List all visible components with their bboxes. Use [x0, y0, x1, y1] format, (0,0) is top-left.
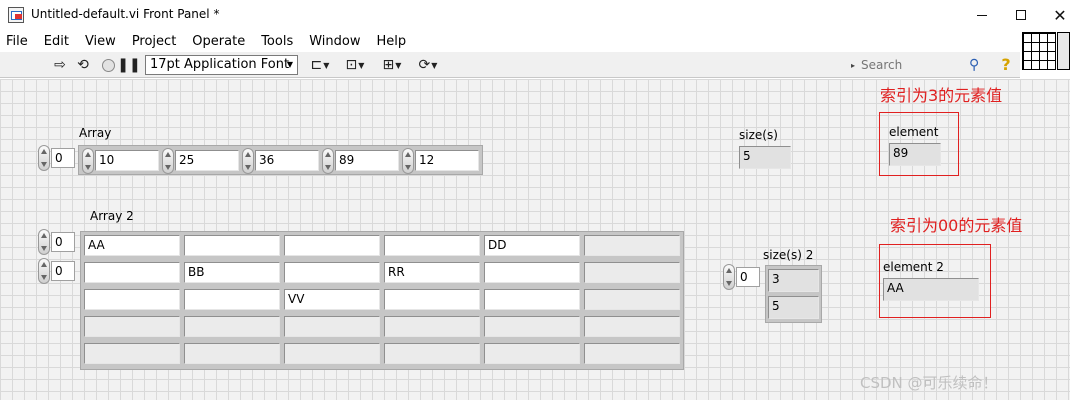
run-continuously-icon[interactable]: ⟲	[74, 55, 92, 75]
pause-icon[interactable]: ❚❚	[117, 55, 140, 75]
connector-pane[interactable]	[1022, 32, 1056, 70]
annotation-index-00: 索引为00的元素值	[890, 216, 1023, 235]
context-help-icon[interactable]: ?	[998, 55, 1014, 75]
array2-row-index-input[interactable]: 0	[51, 232, 75, 252]
size-indicator: 5	[739, 146, 791, 169]
array2-cell[interactable]: BB	[184, 262, 280, 283]
abort-execution-icon[interactable]	[99, 55, 117, 75]
array2-cell-empty[interactable]	[84, 343, 180, 364]
size2-indicator: 3	[768, 269, 819, 292]
array2-cell[interactable]	[284, 235, 380, 256]
font-select[interactable]: 17pt Application Font ▼	[145, 55, 298, 75]
size2-indicator: 5	[768, 296, 819, 319]
reorder-icon[interactable]: ⟳ ▼	[414, 55, 442, 75]
vi-icon[interactable]	[1057, 32, 1070, 70]
toolbar: ⇨ ⟲ ❚❚ 17pt Application Font ▼ ⊏ ▼ ⊡ ▼ ⊞ ▼ …	[0, 52, 1020, 78]
array2-col-index-input[interactable]: 0	[51, 261, 75, 281]
align-objects-icon[interactable]: ⊏ ▼	[306, 55, 334, 75]
run-arrow-icon[interactable]: ⇨	[51, 55, 69, 75]
window-title: Untitled-default.vi Front Panel *	[31, 7, 220, 21]
array2-cell[interactable]	[84, 289, 180, 310]
annotation-index-3: 索引为3的元素值	[880, 86, 1003, 105]
maximize-icon	[1016, 10, 1026, 20]
array2-cell-empty[interactable]	[584, 316, 680, 337]
array2-cell[interactable]: AA	[84, 235, 180, 256]
size-label: size(s)	[739, 128, 778, 142]
array-element[interactable]: 89	[335, 150, 399, 171]
array2-cell[interactable]	[484, 289, 580, 310]
size2-index-spinner[interactable]	[723, 264, 735, 290]
array-element-spinner[interactable]	[322, 148, 334, 174]
array-index-input[interactable]: 0	[51, 148, 75, 168]
minimize-icon	[977, 14, 987, 16]
search-input[interactable]	[861, 56, 969, 74]
maximize-button[interactable]	[1001, 3, 1041, 27]
array-element-spinner[interactable]	[242, 148, 254, 174]
array-index-spinner[interactable]	[38, 145, 50, 171]
menu-edit[interactable]: Edit	[44, 34, 69, 49]
array2-cell-empty[interactable]	[284, 316, 380, 337]
menu-bar: File Edit View Project Operate Tools Win…	[0, 30, 1020, 52]
menu-operate[interactable]: Operate	[192, 34, 245, 49]
array2-cell-empty[interactable]	[484, 316, 580, 337]
menu-window[interactable]: Window	[309, 34, 360, 49]
array2-cell[interactable]	[184, 289, 280, 310]
array2-cell-empty[interactable]	[284, 343, 380, 364]
array2-cell-empty[interactable]	[584, 289, 680, 310]
element-label: element	[889, 125, 939, 139]
array2-cell[interactable]	[184, 235, 280, 256]
menu-project[interactable]: Project	[132, 34, 176, 49]
search-expand-icon[interactable]: ▸	[851, 61, 861, 70]
element2-indicator: AA	[883, 278, 979, 301]
array2-cell[interactable]	[284, 262, 380, 283]
array2-label: Array 2	[90, 209, 134, 223]
distribute-objects-icon[interactable]: ⊡ ▼	[341, 55, 369, 75]
array2-row-index-spinner[interactable]	[38, 229, 50, 255]
array-element-spinner[interactable]	[82, 148, 94, 174]
size2-index-input[interactable]: 0	[736, 267, 760, 287]
font-select-value: 17pt Application Font	[150, 57, 290, 72]
watermark: CSDN @可乐续命！	[860, 374, 998, 392]
array-element[interactable]: 12	[415, 150, 479, 171]
array2-cell[interactable]: VV	[284, 289, 380, 310]
element-indicator: 89	[889, 143, 941, 166]
element2-label: element 2	[883, 260, 944, 274]
array-element-spinner[interactable]	[402, 148, 414, 174]
array-element[interactable]: 36	[255, 150, 319, 171]
chevron-down-icon: ▼	[286, 60, 293, 69]
array2-col-index-spinner[interactable]	[38, 258, 50, 284]
array-label: Array	[79, 126, 112, 140]
array2-cell[interactable]: RR	[384, 262, 480, 283]
search-box: ▸ ⚲	[851, 55, 993, 75]
array2-cell-empty[interactable]	[584, 262, 680, 283]
array2-cell-empty[interactable]	[384, 316, 480, 337]
array2-cell-empty[interactable]	[184, 343, 280, 364]
array2-cell[interactable]: DD	[484, 235, 580, 256]
array2-cell-empty[interactable]	[84, 316, 180, 337]
close-button[interactable]: ✕	[1040, 3, 1070, 27]
labview-vi-icon	[8, 7, 24, 23]
search-icon[interactable]: ⚲	[969, 57, 987, 73]
size2-label: size(s) 2	[763, 248, 814, 262]
menu-help[interactable]: Help	[376, 34, 406, 49]
array-element-spinner[interactable]	[162, 148, 174, 174]
array2-cell[interactable]	[484, 262, 580, 283]
array2-cell[interactable]	[84, 262, 180, 283]
menu-tools[interactable]: Tools	[261, 34, 293, 49]
title-bar: Untitled-default.vi Front Panel * ✕	[0, 0, 1070, 30]
array2-cell[interactable]	[384, 235, 480, 256]
array-element[interactable]: 10	[95, 150, 159, 171]
array2-cell-empty[interactable]	[184, 316, 280, 337]
menu-view[interactable]: View	[85, 34, 116, 49]
resize-objects-icon[interactable]: ⊞ ▼	[378, 55, 406, 75]
array2-cell-empty[interactable]	[584, 343, 680, 364]
menu-file[interactable]: File	[6, 34, 28, 49]
array-element[interactable]: 25	[175, 150, 239, 171]
array2-cell-empty[interactable]	[384, 343, 480, 364]
minimize-button[interactable]	[962, 3, 1002, 27]
array2-cell[interactable]	[384, 289, 480, 310]
array2-cell-empty[interactable]	[584, 235, 680, 256]
array2-cell-empty[interactable]	[484, 343, 580, 364]
